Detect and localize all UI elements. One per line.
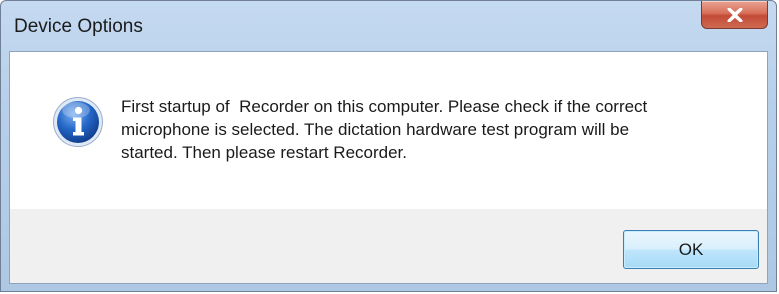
close-x-icon (727, 7, 743, 22)
message-text: First startup of Recorder on this comput… (121, 97, 648, 162)
dialog-content: First startup of Recorder on this comput… (9, 51, 768, 284)
dialog-title: Device Options (14, 16, 143, 37)
message-area: First startup of Recorder on this comput… (10, 52, 767, 209)
info-icon (52, 96, 104, 148)
close-button[interactable] (701, 1, 768, 29)
dialog-window: Device Options First startup of Recorder… (0, 0, 777, 292)
title-bar[interactable]: Device Options (1, 1, 776, 51)
ok-button[interactable]: OK (623, 230, 759, 269)
